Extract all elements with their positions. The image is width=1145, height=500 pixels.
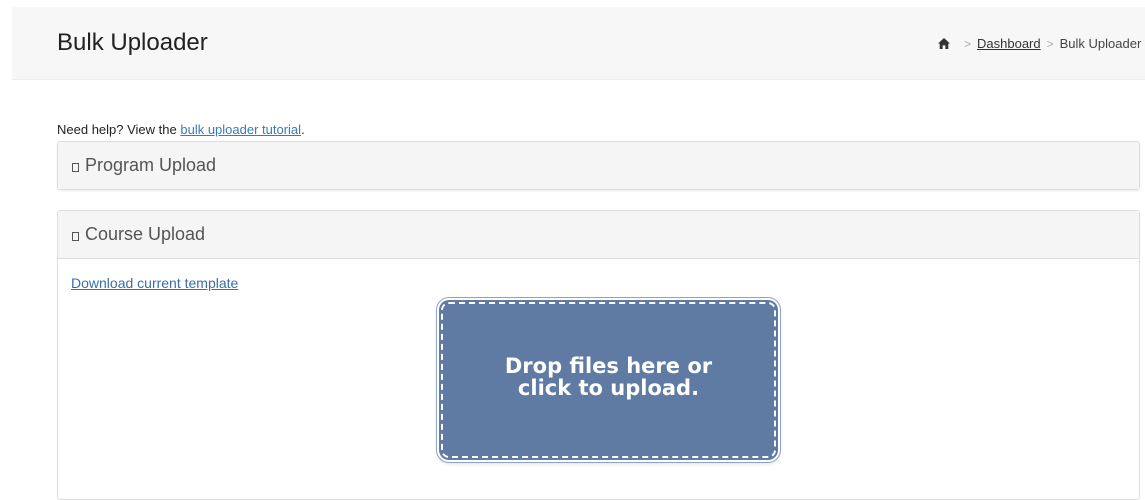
course-upload-panel: Course Upload Download current template … [57,210,1140,500]
program-upload-toggle[interactable]: Program Upload [58,142,1139,189]
breadcrumb-separator-icon: > [1046,36,1054,51]
glyph-box-icon [72,162,79,172]
download-template-link[interactable]: Download current template [71,275,238,291]
course-upload-toggle[interactable]: Course Upload [58,211,1139,259]
breadcrumb: > Dashboard > Bulk Uploader [938,36,1141,51]
dropzone-line-1: Drop files here or [504,354,713,378]
file-dropzone[interactable]: Drop files here or click to upload. [439,300,778,460]
help-text: Need help? View the bulk uploader tutori… [57,122,305,137]
dropzone-message: Drop files here or click to upload. [439,355,778,399]
dropzone-line-2: click to upload. [517,376,700,400]
breadcrumb-dashboard-link[interactable]: Dashboard [977,36,1041,51]
program-upload-panel: Program Upload [57,141,1140,190]
program-upload-title: Program Upload [85,155,217,175]
breadcrumb-separator-icon: > [964,36,972,51]
home-icon[interactable] [938,38,950,49]
page-title: Bulk Uploader [57,29,208,56]
breadcrumb-current: Bulk Uploader [1059,36,1142,51]
tutorial-link[interactable]: bulk uploader tutorial [180,122,301,137]
page-header: Bulk Uploader > Dashboard > Bulk Uploade… [12,7,1145,80]
course-upload-title: Course Upload [85,224,206,244]
help-suffix: . [301,122,305,137]
glyph-box-icon [72,231,79,241]
help-prefix: Need help? View the [57,122,181,137]
